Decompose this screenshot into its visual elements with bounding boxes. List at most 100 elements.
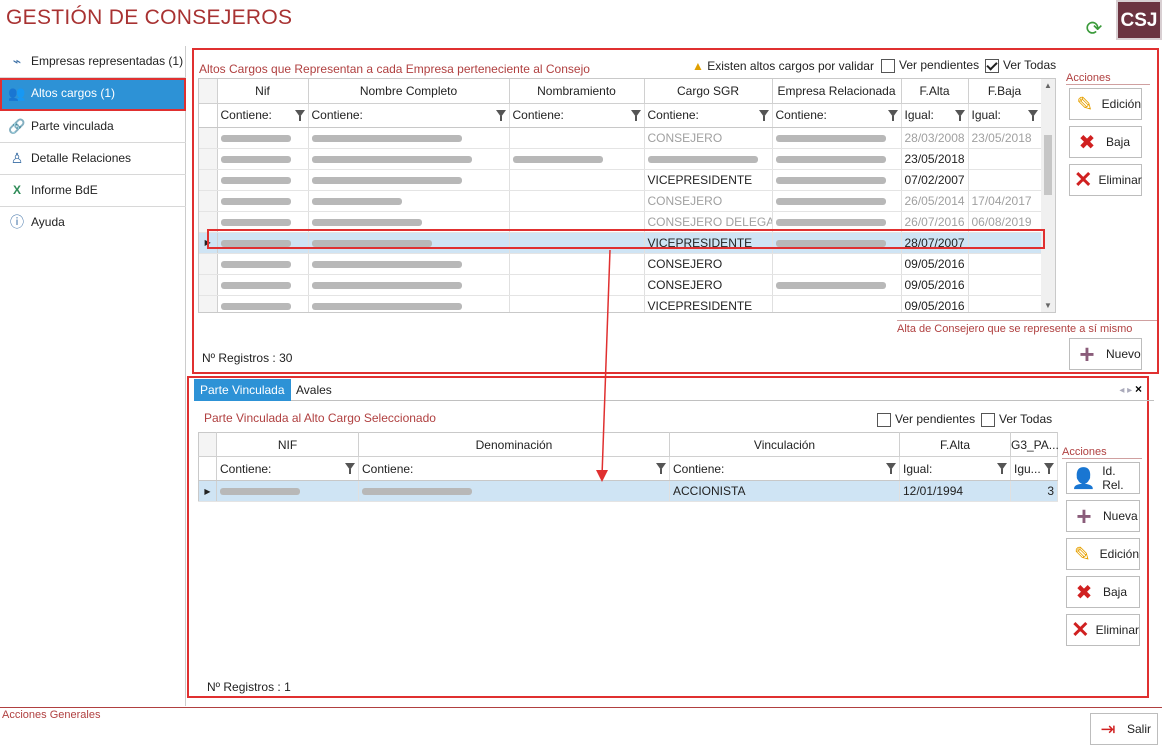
filter-g3[interactable]: Igu... (1010, 456, 1058, 481)
eliminar-button[interactable]: ✕ Eliminar (1069, 164, 1142, 196)
col-header-fbaja[interactable]: F.Baja (968, 79, 1042, 104)
filter-empresa[interactable]: Contiene: (772, 103, 902, 128)
filter-icon[interactable] (294, 109, 305, 121)
tab-avales[interactable]: Avales (290, 379, 338, 401)
col-header-nif[interactable]: NIF (216, 432, 359, 457)
ver-todas-checkbox[interactable]: Ver Todas (985, 58, 1056, 73)
filter-falta[interactable]: Igual: (901, 103, 969, 128)
filter-icon[interactable] (495, 109, 506, 121)
col-header-nif[interactable]: Nif (217, 79, 309, 104)
person-remove-icon: ✖ (1078, 131, 1096, 154)
bottom-baja-button[interactable]: ✖ Baja (1066, 576, 1140, 608)
sidebar-item-altos-cargos[interactable]: 👥 Altos cargos (1) (0, 78, 186, 111)
col-header-vinculacion[interactable]: Vinculación (669, 432, 900, 457)
filter-falta[interactable]: Igual: (899, 456, 1011, 481)
filter-cargo[interactable]: Contiene: (644, 103, 773, 128)
col-header-nombre[interactable]: Nombre Completo (308, 79, 510, 104)
col-header-cargo[interactable]: Cargo SGR (644, 79, 773, 104)
bottom-record-count: Nº Registros : 1 (207, 680, 291, 694)
bottom-edicion-button[interactable]: ✎ Edición (1066, 538, 1140, 570)
filter-icon[interactable] (630, 109, 641, 121)
table-row[interactable]: 23/05/2018 (199, 148, 1042, 170)
table-row[interactable]: CONSEJERO 09/05/2016 (199, 253, 1042, 275)
cell-falta: 26/05/2014 (901, 190, 969, 212)
checkbox-box[interactable] (981, 412, 995, 427)
col-header-falta[interactable]: F.Alta (901, 79, 969, 104)
filter-icon[interactable] (345, 463, 355, 474)
refresh-icon[interactable]: ⟳ (1083, 19, 1105, 41)
table-row[interactable]: CONSEJERO 09/05/2016 (199, 274, 1042, 296)
button-label: Eliminar (1098, 173, 1142, 187)
sidebar-item-detalle-relaciones[interactable]: ♙ Detalle Relaciones (0, 143, 186, 175)
table-row[interactable]: VICEPRESIDENTE 09/05/2016 (199, 295, 1042, 312)
checkbox-box[interactable] (877, 412, 891, 427)
altos-cargos-title: Altos Cargos que Representan a cada Empr… (199, 62, 590, 76)
tab-parte-vinculada[interactable]: Parte Vinculada (194, 379, 291, 401)
cell-empresa (772, 295, 902, 312)
col-header-falta[interactable]: F.Alta (899, 432, 1011, 457)
id-rel-button[interactable]: 👤 Id. Rel. (1066, 462, 1140, 494)
nueva-button[interactable]: + Nueva (1066, 500, 1140, 532)
salir-button[interactable]: ⇥ Salir (1090, 713, 1158, 745)
cell-nif (217, 253, 309, 275)
vertical-scrollbar[interactable]: ▲ ▼ (1041, 79, 1055, 312)
table-row[interactable]: VICEPRESIDENTE 07/02/2007 (199, 169, 1042, 191)
scroll-down-icon[interactable]: ▼ (1041, 301, 1055, 310)
button-label: Salir (1127, 722, 1152, 736)
bottom-ver-todas-checkbox[interactable]: Ver Todas (981, 412, 1052, 427)
delete-icon: ✕ (1074, 167, 1093, 192)
cell-nombre (308, 169, 510, 191)
checkbox-label: Ver Todas (1003, 58, 1057, 72)
filter-icon[interactable] (954, 109, 965, 121)
table-row[interactable]: CONSEJERO 28/03/2008 23/05/2018 (199, 127, 1042, 149)
baja-button[interactable]: ✖ Baja (1069, 126, 1142, 158)
edicion-button[interactable]: ✎ Edición (1069, 88, 1142, 120)
filter-fbaja[interactable]: Igual: (968, 103, 1042, 128)
cell-empresa (772, 127, 902, 149)
user-lock-icon: 👤 (1071, 467, 1097, 490)
filter-icon[interactable] (887, 109, 898, 121)
scrollbar-thumb[interactable] (1044, 135, 1052, 195)
filter-icon[interactable] (656, 463, 666, 474)
filter-nif[interactable]: Contiene: (216, 456, 359, 481)
sidebar-item-ayuda[interactable]: ⓘ Ayuda (0, 207, 186, 239)
col-header-denominacion[interactable]: Denominación (358, 432, 670, 457)
bottom-ver-pendientes-checkbox[interactable]: Ver pendientes (877, 412, 975, 427)
table-row-selected[interactable]: ▶ ACCIONISTA 12/01/1994 3 (198, 480, 1058, 502)
cell-nif (217, 274, 309, 296)
filter-icon[interactable] (886, 463, 896, 474)
nuevo-button[interactable]: + Nuevo (1069, 338, 1142, 370)
cell-nombre (308, 253, 510, 275)
selected-row-highlight (207, 229, 1045, 249)
checkbox-box[interactable] (985, 58, 999, 73)
filter-vinculacion[interactable]: Contiene: (669, 456, 900, 481)
tab-nav-icon[interactable]: ◂ ▸ × (1119, 379, 1142, 401)
filter-nombramiento[interactable]: Contiene: (509, 103, 645, 128)
filter-icon[interactable] (1044, 463, 1054, 474)
sidebar-item-informe-bde[interactable]: X Informe BdE (0, 175, 186, 207)
filter-icon[interactable] (1027, 109, 1038, 121)
col-header-empresa[interactable]: Empresa Relacionada (772, 79, 902, 104)
cell-nombramiento (509, 190, 645, 212)
col-header-g3[interactable]: G3_PA... (1010, 432, 1059, 457)
cell-empresa (772, 274, 902, 296)
indicator-header (199, 79, 218, 104)
ver-pendientes-checkbox[interactable]: Ver pendientes (881, 58, 979, 73)
sidebar-item-empresas[interactable]: ⌁ Empresas representadas (1) (0, 46, 186, 78)
bottom-eliminar-button[interactable]: ✕ Eliminar (1066, 614, 1140, 646)
cell-nombramiento (509, 274, 645, 296)
row-indicator (199, 148, 218, 170)
top-record-count: Nº Registros : 30 (202, 351, 293, 365)
table-row[interactable]: CONSEJERO 26/05/2014 17/04/2017 (199, 190, 1042, 212)
cell-empresa (772, 169, 902, 191)
filter-icon[interactable] (758, 109, 769, 121)
scroll-up-icon[interactable]: ▲ (1041, 81, 1055, 90)
filter-nombre[interactable]: Contiene: (308, 103, 510, 128)
filter-nif[interactable]: Contiene: (217, 103, 309, 128)
checkbox-label: Ver pendientes (899, 58, 980, 72)
checkbox-box[interactable] (881, 58, 895, 73)
filter-icon[interactable] (997, 463, 1007, 474)
sidebar-item-parte-vinculada[interactable]: 🔗 Parte vinculada (0, 111, 186, 143)
col-header-nombramiento[interactable]: Nombramiento (509, 79, 645, 104)
filter-denominacion[interactable]: Contiene: (358, 456, 670, 481)
